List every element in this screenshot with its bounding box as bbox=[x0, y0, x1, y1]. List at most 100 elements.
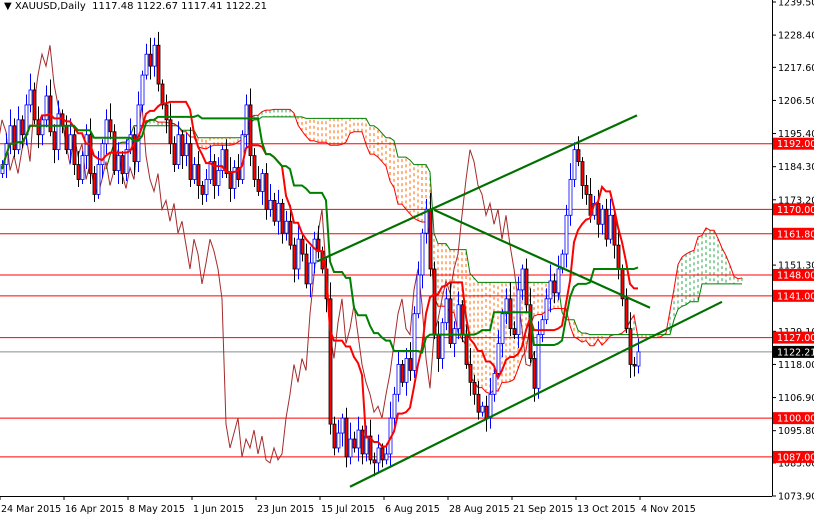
bear-candle bbox=[408, 358, 413, 371]
level-price-label: 1192.00 bbox=[777, 139, 814, 150]
bear-candle bbox=[428, 208, 433, 270]
bear-candle bbox=[532, 358, 537, 389]
bull-candle bbox=[96, 164, 101, 195]
bear-candle bbox=[200, 185, 205, 195]
bull-candle bbox=[444, 298, 449, 324]
bull-candle bbox=[8, 125, 13, 145]
bull-candle bbox=[412, 313, 417, 371]
bull-candle bbox=[144, 53, 149, 76]
bull-candle bbox=[116, 155, 121, 171]
level-price-label: 1127.00 bbox=[777, 333, 814, 344]
bull-candle bbox=[420, 232, 425, 276]
bull-candle bbox=[416, 274, 421, 315]
bull-candle bbox=[28, 89, 33, 106]
time-tick-label: 1 Jun 2015 bbox=[193, 504, 244, 515]
bull-candle bbox=[404, 358, 409, 383]
bull-candle bbox=[260, 173, 265, 192]
bear-candle bbox=[332, 423, 337, 449]
time-tick-label: 15 Jul 2015 bbox=[321, 504, 375, 515]
bear-candle bbox=[552, 280, 557, 294]
bear-candle bbox=[524, 268, 529, 306]
bear-candle bbox=[360, 429, 365, 455]
bear-candle bbox=[256, 179, 261, 192]
bull-candle bbox=[356, 429, 361, 449]
bull-candle bbox=[40, 119, 45, 136]
price-tick-label: 1073.90 bbox=[778, 492, 814, 503]
bull-candle bbox=[268, 199, 273, 210]
bull-candle bbox=[392, 393, 397, 419]
bull-candle bbox=[568, 179, 573, 216]
bull-candle bbox=[492, 372, 497, 395]
bear-candle bbox=[584, 185, 589, 195]
bear-candle bbox=[436, 334, 441, 359]
chart-header: ▼ XAUUSD,Daily 1117.48 1122.67 1117.41 1… bbox=[4, 1, 267, 12]
bull-candle bbox=[572, 149, 577, 180]
bull-candle bbox=[376, 447, 381, 464]
bear-candle bbox=[400, 364, 405, 383]
bear-candle bbox=[120, 155, 125, 174]
bear-candle bbox=[432, 268, 437, 336]
bear-candle bbox=[292, 244, 297, 270]
bear-candle bbox=[252, 155, 257, 180]
bear-candle bbox=[12, 125, 17, 151]
time-tick-label: 21 Sep 2015 bbox=[513, 504, 573, 515]
bear-candle bbox=[180, 134, 185, 157]
bear-candle bbox=[300, 238, 305, 255]
bear-candle bbox=[156, 44, 161, 85]
bull-candle bbox=[564, 214, 569, 255]
bull-candle bbox=[68, 134, 73, 151]
bear-candle bbox=[508, 298, 513, 330]
bear-candle bbox=[248, 104, 253, 157]
time-tick-label: 13 Oct 2015 bbox=[577, 504, 636, 515]
trendline bbox=[316, 114, 638, 263]
time-tick-label: 23 Jun 2015 bbox=[257, 504, 314, 515]
bull-candle bbox=[340, 417, 345, 434]
price-tick-label: 1217.60 bbox=[778, 63, 814, 74]
bear-candle bbox=[448, 298, 453, 344]
bull-candle bbox=[192, 164, 197, 180]
bull-candle bbox=[488, 393, 493, 419]
bear-candle bbox=[148, 53, 153, 67]
bull-candle bbox=[152, 44, 157, 67]
bull-candle bbox=[296, 238, 301, 270]
bear-candle bbox=[76, 164, 81, 180]
price-tick-label: 1239.50 bbox=[778, 0, 814, 9]
bear-candle bbox=[288, 220, 293, 246]
bear-candle bbox=[64, 125, 69, 151]
time-tick-label: 16 Apr 2015 bbox=[65, 504, 124, 515]
price-tick-label: 1095.80 bbox=[778, 426, 814, 437]
bull-candle bbox=[312, 238, 317, 264]
price-tick-label: 1118.00 bbox=[778, 360, 814, 371]
bull-candle bbox=[276, 202, 281, 222]
price-chart[interactable]: 1239.501228.401217.601206.501195.401184.… bbox=[0, 0, 814, 516]
bull-candle bbox=[80, 155, 85, 180]
bull-candle bbox=[456, 304, 461, 330]
bull-candle bbox=[244, 104, 249, 136]
bear-candle bbox=[132, 134, 137, 162]
dropdown-triangle-icon[interactable]: ▼ bbox=[4, 1, 15, 12]
bear-candle bbox=[92, 173, 97, 195]
bear-candle bbox=[72, 134, 77, 165]
chart-window: 1239.50 1228.40 1217.60 1206.50 1195.40 1184.… bbox=[0, 0, 814, 516]
bear-candle bbox=[472, 381, 477, 395]
bear-candle bbox=[616, 244, 621, 270]
price-tick-label: 1106.90 bbox=[778, 393, 814, 404]
bear-candle bbox=[20, 119, 25, 136]
bear-candle bbox=[32, 89, 37, 121]
bear-candle bbox=[168, 119, 173, 145]
bear-candle bbox=[304, 253, 309, 285]
bear-candle bbox=[464, 334, 469, 365]
bull-candle bbox=[100, 143, 105, 165]
bear-candle bbox=[108, 119, 113, 133]
bear-candle bbox=[272, 199, 277, 222]
bear-candle bbox=[172, 143, 177, 165]
bear-candle bbox=[280, 202, 285, 234]
bear-candle bbox=[468, 364, 473, 383]
bull-candle bbox=[520, 268, 525, 291]
bull-candle bbox=[556, 268, 561, 294]
bear-candle bbox=[460, 304, 465, 336]
bear-candle bbox=[484, 405, 489, 419]
price-tick-label: 1228.40 bbox=[778, 31, 814, 42]
bear-candle bbox=[580, 161, 585, 186]
plot-area bbox=[0, 31, 772, 488]
